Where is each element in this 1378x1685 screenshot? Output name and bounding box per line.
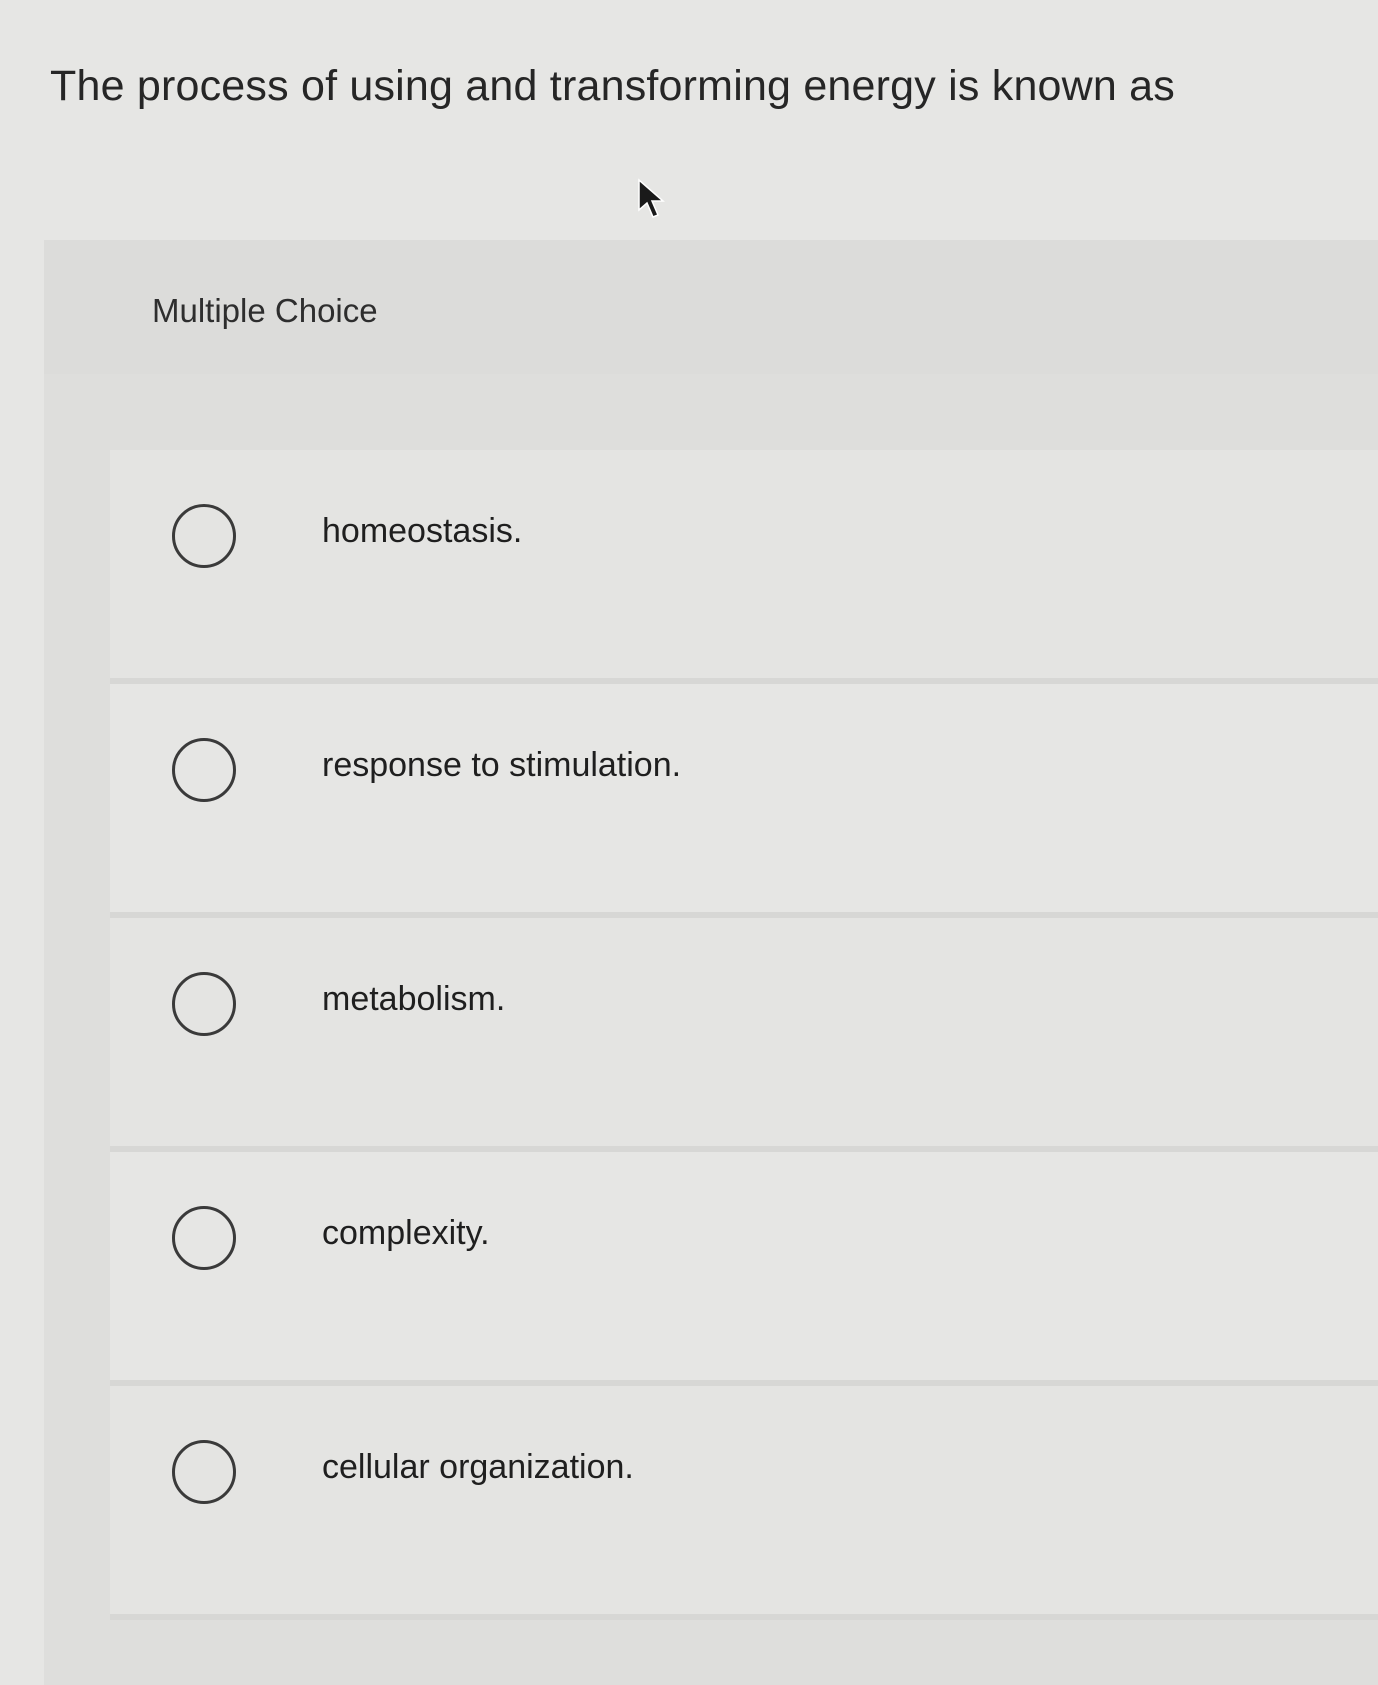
radio-circle-icon[interactable] xyxy=(172,972,236,1036)
multiple-choice-panel: Multiple Choice homeostasis. response to… xyxy=(44,240,1378,1685)
answer-option-label: metabolism. xyxy=(322,980,506,1018)
answer-option-3[interactable]: metabolism. xyxy=(110,918,1378,1152)
answer-option-label: complexity. xyxy=(322,1214,490,1252)
radio-circle-icon[interactable] xyxy=(172,1206,236,1270)
mouse-pointer-icon xyxy=(638,178,665,218)
radio-circle-icon[interactable] xyxy=(172,1440,236,1504)
question-text: The process of using and transforming en… xyxy=(50,62,1176,110)
answer-option-4[interactable]: complexity. xyxy=(110,1152,1378,1386)
answer-option-1[interactable]: homeostasis. xyxy=(110,450,1378,684)
answer-option-label: homeostasis. xyxy=(322,512,523,550)
answer-option-5[interactable]: cellular organization. xyxy=(110,1386,1378,1620)
answer-option-2[interactable]: response to stimulation. xyxy=(110,684,1378,918)
panel-title: Multiple Choice xyxy=(152,292,378,329)
panel-header: Multiple Choice xyxy=(44,240,1378,374)
answer-options: homeostasis. response to stimulation. me… xyxy=(110,450,1378,1620)
answer-option-label: cellular organization. xyxy=(322,1448,634,1486)
radio-circle-icon[interactable] xyxy=(172,738,236,802)
answer-option-label: response to stimulation. xyxy=(322,746,682,784)
radio-circle-icon[interactable] xyxy=(172,504,236,568)
